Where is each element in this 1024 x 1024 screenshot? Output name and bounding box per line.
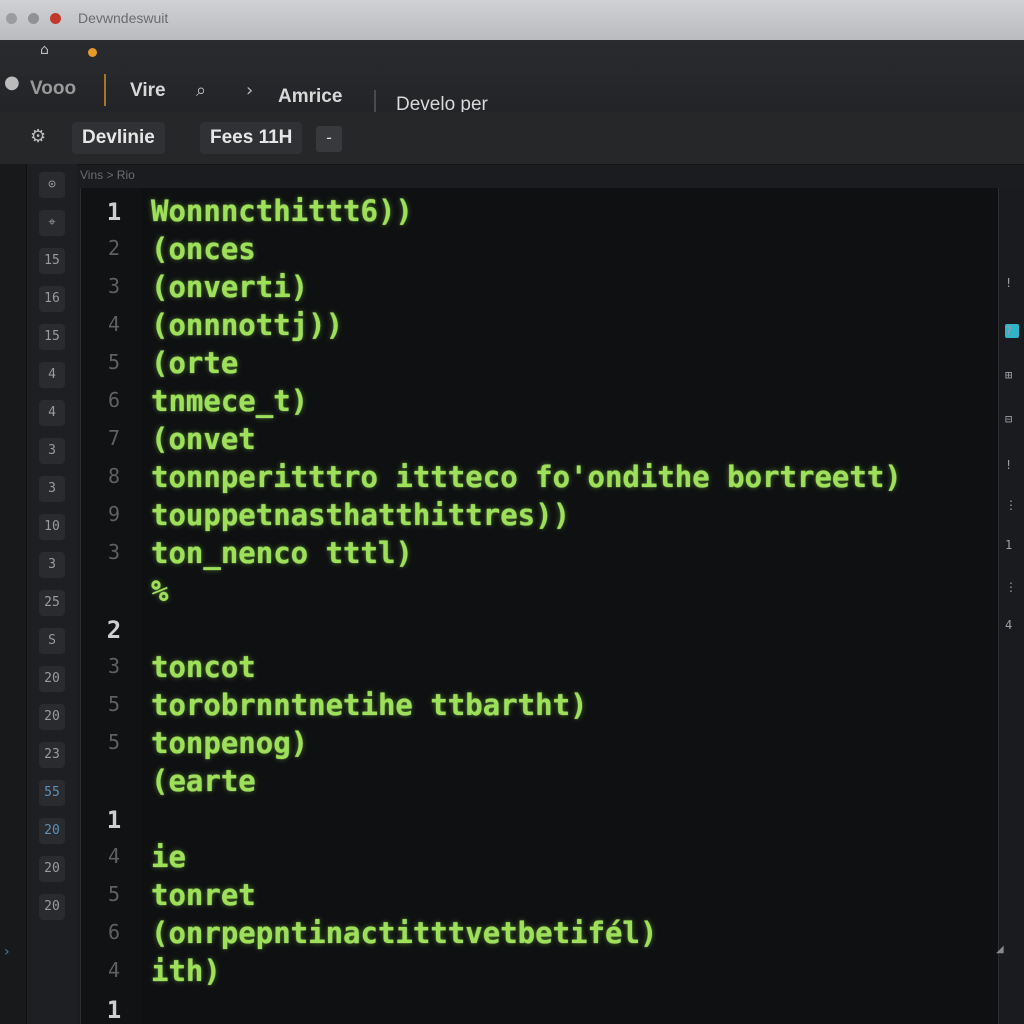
line-number: 1 xyxy=(106,806,122,834)
window-control-record-icon[interactable] xyxy=(50,13,61,24)
window-control-close-icon[interactable] xyxy=(6,13,17,24)
left-rail: › xyxy=(0,164,27,1024)
code-line[interactable]: tonnperitttro ittteco fo'ondithe bortree… xyxy=(151,460,902,494)
line-number: 9 xyxy=(107,502,121,526)
line-number: 5 xyxy=(107,692,121,716)
activity-item[interactable]: 15 xyxy=(39,324,65,350)
project-selector[interactable]: Devlinie xyxy=(72,122,165,154)
right-panel-item[interactable]: 4 xyxy=(1005,618,1019,632)
right-panel-item[interactable]: ⋮ xyxy=(1005,498,1019,512)
code-line[interactable]: touppetnasthatthittres)) xyxy=(151,498,570,532)
breadcrumb[interactable]: Vins > Rio xyxy=(80,168,135,182)
activity-item[interactable]: 16 xyxy=(39,286,65,312)
home-icon[interactable]: ⌂ xyxy=(40,42,49,58)
code-line[interactable]: (onvet xyxy=(151,422,256,456)
code-line[interactable]: (orte xyxy=(151,346,238,380)
code-line[interactable]: torobrnntnetihe ttbartht) xyxy=(151,688,588,722)
toolbar-item-amrice[interactable]: Amrice xyxy=(278,86,342,108)
toolbar-item-vire[interactable]: Vire xyxy=(130,80,166,102)
line-number: 4 xyxy=(107,844,121,868)
line-number: 5 xyxy=(107,350,121,374)
chevron-down-icon[interactable]: - xyxy=(316,126,342,152)
code-line[interactable]: % xyxy=(151,574,168,608)
right-panel: !? ⊞ ⊟! ⋮ 1 ⋮ 4 xyxy=(998,188,1024,1024)
line-number: 4 xyxy=(107,312,121,336)
line-number: 5 xyxy=(107,730,121,754)
activity-item[interactable]: 20 xyxy=(39,894,65,920)
code-line[interactable]: tonpenog) xyxy=(151,726,308,760)
code-line[interactable]: ie xyxy=(151,840,186,874)
right-panel-item[interactable]: ⊞ xyxy=(1005,368,1019,382)
browser-chrome: Devwndeswuit xyxy=(0,0,1024,41)
right-panel-item[interactable]: ! xyxy=(1005,276,1019,290)
line-number: 6 xyxy=(107,388,121,412)
activity-item[interactable]: 20 xyxy=(39,704,65,730)
chevron-right-icon[interactable]: › xyxy=(246,80,253,101)
activity-bar: ⊙ ⌖ 15 16 15 4 4 3 3 10 3 25 S 20 20 23 55 20 20 20 xyxy=(27,164,77,1024)
code-line[interactable]: (onnnottj)) xyxy=(151,308,343,342)
line-number: 3 xyxy=(107,654,121,678)
right-panel-item[interactable]: 1 xyxy=(1005,538,1019,552)
line-number: 5 xyxy=(107,882,121,906)
line-number: 2 xyxy=(107,236,121,260)
panel-toggle-icon[interactable]: › xyxy=(4,944,10,960)
window-control-minimize-icon[interactable] xyxy=(28,13,39,24)
activity-item[interactable]: 4 xyxy=(39,400,65,426)
toolbar-item-view[interactable]: Vooo xyxy=(30,78,76,100)
activity-item[interactable]: S xyxy=(39,628,65,654)
activity-item[interactable]: 20 xyxy=(39,856,65,882)
activity-item[interactable]: ⊙ xyxy=(39,172,65,198)
files-selector[interactable]: Fees 11H xyxy=(200,122,303,154)
activity-item[interactable]: 15 xyxy=(39,248,65,274)
activity-item[interactable]: 10 xyxy=(39,514,65,540)
line-number: 2 xyxy=(106,616,122,644)
code-line[interactable]: (onrpepntinactitttvetbetifél) xyxy=(151,916,657,950)
settings-icon[interactable]: ⚙ xyxy=(30,126,46,147)
activity-item[interactable]: 23 xyxy=(39,742,65,768)
toolbar-divider xyxy=(104,74,106,106)
right-panel-item[interactable]: ? xyxy=(1005,324,1019,338)
menu-circle-icon[interactable]: ● xyxy=(4,72,20,93)
activity-item[interactable]: 55 xyxy=(39,780,65,806)
activity-item[interactable]: ⌖ xyxy=(39,210,65,236)
activity-item[interactable]: 20 xyxy=(39,666,65,692)
line-number: 3 xyxy=(107,540,121,564)
notification-dot-icon xyxy=(88,48,97,57)
code-line[interactable]: ith) xyxy=(151,954,221,988)
line-number: 1 xyxy=(106,996,122,1024)
ide-window: ● ⌂ Vooo Vire ⌕ › Amrice Develo per ⚙ De… xyxy=(0,40,1024,1024)
line-number-gutter: 1 2 3 4 5 6 7 8 9 3 2 3 5 5 1 4 5 6 4 1 xyxy=(81,188,141,1024)
line-number: 6 xyxy=(107,920,121,944)
code-line[interactable]: toncot xyxy=(151,650,256,684)
right-panel-item[interactable]: ⊟ xyxy=(1005,412,1019,426)
activity-item[interactable]: 20 xyxy=(39,818,65,844)
line-number: 1 xyxy=(106,198,122,226)
line-number: 4 xyxy=(107,958,121,982)
line-number: 3 xyxy=(107,274,121,298)
activity-item[interactable]: 4 xyxy=(39,362,65,388)
right-panel-item[interactable]: ⋮ xyxy=(1005,580,1019,594)
code-editor[interactable]: 1 2 3 4 5 6 7 8 9 3 2 3 5 5 1 4 5 6 4 1 Wonnncthittt6)) (onc… xyxy=(80,188,999,1024)
browser-tab-title[interactable]: Devwndeswuit xyxy=(78,10,168,26)
code-line[interactable]: ton_nenco tttl) xyxy=(151,536,413,570)
code-line[interactable]: Wonnncthittt6)) xyxy=(151,194,413,228)
activity-item[interactable]: 25 xyxy=(39,590,65,616)
line-number: 7 xyxy=(107,426,121,450)
right-panel-item[interactable]: ! xyxy=(1005,458,1019,472)
search-icon[interactable]: ⌕ xyxy=(196,80,206,101)
code-line[interactable]: tonret xyxy=(151,878,256,912)
activity-item[interactable]: 3 xyxy=(39,476,65,502)
main-toolbar: ● ⌂ Vooo Vire ⌕ › Amrice Develo per xyxy=(0,40,1024,120)
activity-item[interactable]: 3 xyxy=(39,438,65,464)
code-line[interactable]: (onverti) xyxy=(151,270,308,304)
secondary-toolbar: ⚙ Devlinie Fees 11H - xyxy=(0,112,1024,165)
resize-handle-icon[interactable]: ◢ xyxy=(996,944,1004,955)
code-line[interactable]: (onces xyxy=(151,232,256,266)
code-line[interactable]: (earte xyxy=(151,764,256,798)
line-number: 8 xyxy=(107,464,121,488)
activity-item[interactable]: 3 xyxy=(39,552,65,578)
code-line[interactable]: tnmece_t) xyxy=(151,384,308,418)
